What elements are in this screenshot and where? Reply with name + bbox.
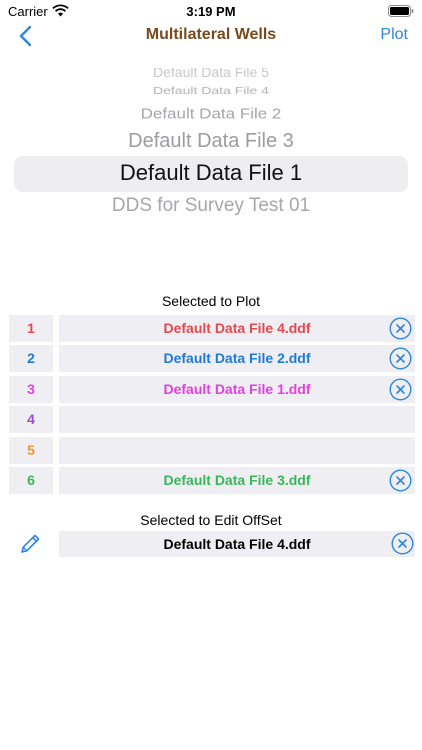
remove-icon[interactable]: [389, 378, 412, 401]
slot-file[interactable]: Default Data File 2.ddf: [59, 345, 415, 372]
slot-file[interactable]: Default Data File 1.ddf: [59, 376, 415, 403]
clock: 3:19 PM: [186, 4, 236, 19]
remove-icon[interactable]: [389, 469, 412, 492]
picker-item-selected[interactable]: Default Data File 1: [0, 160, 422, 186]
remove-icon[interactable]: [391, 532, 414, 555]
slot-file[interactable]: [59, 406, 415, 433]
pencil-icon[interactable]: [19, 532, 42, 555]
plot-slot-row: 1 Default Data File 4.ddf: [0, 315, 422, 342]
plot-section-title: Selected to Plot: [161, 293, 261, 309]
remove-icon[interactable]: [389, 347, 412, 370]
plot-button[interactable]: Plot: [380, 26, 408, 44]
plot-slot-row: 2 Default Data File 2.ddf: [0, 345, 422, 372]
edit-offset-row: Default Data File 4.ddf: [0, 531, 422, 557]
picker-item[interactable]: Default Data File 2: [0, 106, 422, 123]
plot-slot-row: 4: [0, 406, 422, 433]
data-file-picker[interactable]: Default Data File 5 Default Data File 4 …: [0, 62, 422, 242]
status-bar: Carrier 3:19 PM: [0, 0, 422, 22]
slot-file[interactable]: Default Data File 4.ddf: [59, 315, 415, 342]
slot-file[interactable]: [59, 437, 415, 464]
navigation-bar: Multilateral Wells Plot: [0, 22, 422, 50]
slot-number: 2: [9, 345, 53, 372]
plot-slot-row: 6 Default Data File 3.ddf: [0, 467, 422, 494]
battery-icon: [388, 5, 414, 17]
edit-section-title: Selected to Edit OffSet: [140, 512, 282, 528]
picker-item[interactable]: Default Data File 3: [0, 130, 422, 153]
remove-icon[interactable]: [389, 317, 412, 340]
picker-item[interactable]: Default Data File 4: [0, 84, 422, 96]
slot-number: 1: [9, 315, 53, 342]
plot-slot-row: 5: [0, 437, 422, 464]
plot-slot-row: 3 Default Data File 1.ddf: [0, 376, 422, 403]
slot-number: 3: [9, 376, 53, 403]
slot-number: 4: [9, 406, 53, 433]
picker-item[interactable]: Default Data File 5: [0, 68, 422, 78]
slot-number: 5: [9, 437, 53, 464]
edit-offset-file[interactable]: Default Data File 4.ddf: [59, 531, 415, 557]
page-title: Multilateral Wells: [145, 26, 277, 43]
picker-item[interactable]: DDS for Survey Test 01: [0, 195, 422, 217]
slot-file[interactable]: Default Data File 3.ddf: [59, 467, 415, 494]
slot-number: 6: [9, 467, 53, 494]
